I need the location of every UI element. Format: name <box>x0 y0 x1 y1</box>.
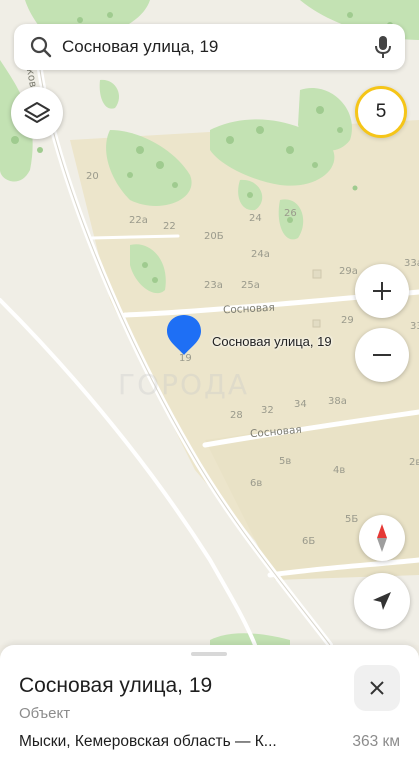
house-number: 29а <box>339 266 358 277</box>
house-number: 23а <box>204 280 223 291</box>
zoom-in-button[interactable] <box>355 264 409 318</box>
close-button[interactable] <box>354 665 400 711</box>
house-number: 22а <box>129 215 148 226</box>
house-number: 24а <box>251 249 270 260</box>
house-number: 34 <box>294 399 307 410</box>
map-view[interactable]: 20 22а 22 20Б 24 26 24а 29а 33а 23а 25а … <box>0 0 419 645</box>
place-card[interactable]: Сосновая улица, 19 Объект Мыски, Кемеров… <box>0 645 419 768</box>
navigation-arrow-icon <box>373 592 391 610</box>
map-watermark: ГОРОДА <box>118 368 250 401</box>
house-number: 2в <box>409 457 419 468</box>
place-type: Объект <box>19 705 71 722</box>
house-number: 5в <box>279 456 292 467</box>
house-number: 24 <box>249 213 262 224</box>
place-title: Сосновая улица, 19 <box>19 674 213 697</box>
house-number: 26 <box>284 208 297 219</box>
house-number: 20 <box>86 171 99 182</box>
house-number: 25а <box>241 280 260 291</box>
traffic-score-badge[interactable]: 5 <box>355 86 407 138</box>
house-number: 6Б <box>302 536 316 547</box>
close-icon <box>370 681 384 695</box>
plus-icon <box>373 282 391 300</box>
house-number: 38а <box>328 396 347 407</box>
house-number: 29 <box>341 315 354 326</box>
compass-icon <box>377 524 387 552</box>
house-number: 33 <box>410 321 419 332</box>
house-number: 6в <box>250 478 263 489</box>
house-number: 32 <box>261 405 274 416</box>
layers-icon <box>24 102 50 123</box>
house-number: 5Б <box>345 514 359 525</box>
layers-button[interactable] <box>11 87 63 139</box>
house-number: 28 <box>230 410 243 421</box>
drag-handle[interactable] <box>191 652 227 656</box>
search-icon <box>30 36 52 58</box>
house-number: 33а <box>404 258 419 269</box>
search-query[interactable]: Сосновая улица, 19 <box>62 37 218 57</box>
compass-button[interactable] <box>359 515 405 561</box>
minus-icon <box>373 354 391 356</box>
search-bar[interactable]: Сосновая улица, 19 <box>14 24 405 70</box>
map-canvas <box>0 0 419 645</box>
zoom-out-button[interactable] <box>355 328 409 382</box>
place-distance: 363 км <box>352 733 400 750</box>
location-pin-icon[interactable] <box>165 313 203 357</box>
house-number: 20Б <box>204 231 224 242</box>
pin-label: Сосновая улица, 19 <box>212 334 332 349</box>
my-location-button[interactable] <box>354 573 410 629</box>
house-number: 22 <box>163 221 176 232</box>
place-address: Мыски, Кемеровская область — К... <box>19 733 277 750</box>
microphone-icon[interactable] <box>375 35 391 59</box>
house-number: 4в <box>333 465 346 476</box>
